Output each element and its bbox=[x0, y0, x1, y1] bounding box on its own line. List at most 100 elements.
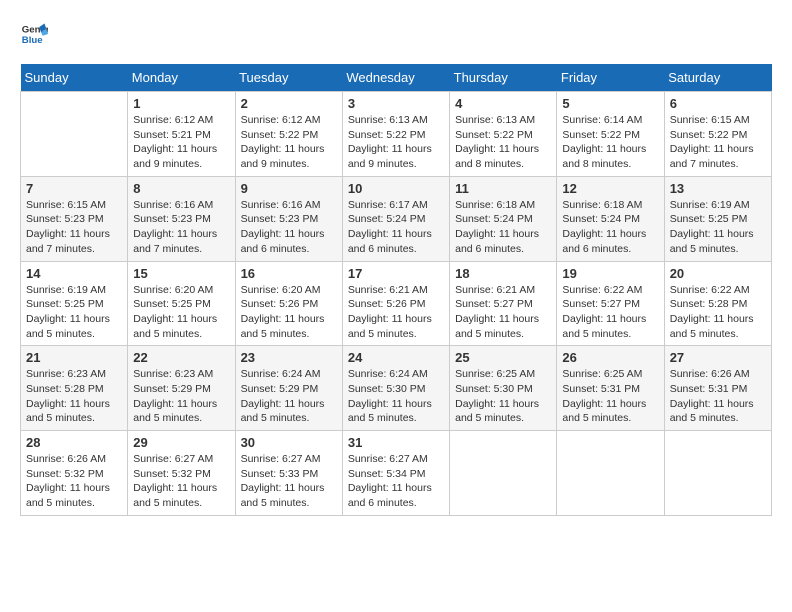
day-number: 25 bbox=[455, 350, 551, 365]
day-info: Sunrise: 6:26 AM Sunset: 5:31 PM Dayligh… bbox=[670, 367, 766, 426]
calendar-cell: 15Sunrise: 6:20 AM Sunset: 5:25 PM Dayli… bbox=[128, 261, 235, 346]
calendar-week-row: 7Sunrise: 6:15 AM Sunset: 5:23 PM Daylig… bbox=[21, 176, 772, 261]
day-info: Sunrise: 6:22 AM Sunset: 5:27 PM Dayligh… bbox=[562, 283, 658, 342]
day-info: Sunrise: 6:27 AM Sunset: 5:33 PM Dayligh… bbox=[241, 452, 337, 511]
calendar-cell: 22Sunrise: 6:23 AM Sunset: 5:29 PM Dayli… bbox=[128, 346, 235, 431]
day-info: Sunrise: 6:13 AM Sunset: 5:22 PM Dayligh… bbox=[348, 113, 444, 172]
calendar-cell: 12 Sunrise: 6:18 AM Sunset: 5:24 PM Dayli… bbox=[557, 176, 664, 261]
calendar-cell bbox=[450, 431, 557, 516]
logo-icon: General Blue bbox=[20, 20, 48, 48]
calendar-cell: 3 Sunrise: 6:13 AM Sunset: 5:22 PM Daylig… bbox=[342, 92, 449, 177]
calendar-cell: 6 Sunrise: 6:15 AM Sunset: 5:22 PM Daylig… bbox=[664, 92, 771, 177]
day-number: 26 bbox=[562, 350, 658, 365]
day-number: 8 bbox=[133, 181, 229, 196]
calendar-cell: 26 Sunrise: 6:25 AM Sunset: 5:31 PM Dayli… bbox=[557, 346, 664, 431]
day-info: Sunrise: 6:16 AM Sunset: 5:23 PM Dayligh… bbox=[133, 198, 229, 257]
weekday-header-monday: Monday bbox=[128, 64, 235, 92]
day-number: 19 bbox=[562, 266, 658, 281]
calendar-cell: 7Sunrise: 6:15 AM Sunset: 5:23 PM Daylig… bbox=[21, 176, 128, 261]
calendar-week-row: 28 Sunrise: 6:26 AM Sunset: 5:32 PM Dayli… bbox=[21, 431, 772, 516]
calendar-cell: 21Sunrise: 6:23 AM Sunset: 5:28 PM Dayli… bbox=[21, 346, 128, 431]
day-number: 29 bbox=[133, 435, 229, 450]
day-number: 4 bbox=[455, 96, 551, 111]
day-number: 5 bbox=[562, 96, 658, 111]
weekday-header-sunday: Sunday bbox=[21, 64, 128, 92]
calendar-cell: 11Sunrise: 6:18 AM Sunset: 5:24 PM Dayli… bbox=[450, 176, 557, 261]
day-number: 16 bbox=[241, 266, 337, 281]
calendar-cell bbox=[664, 431, 771, 516]
day-number: 20 bbox=[670, 266, 766, 281]
weekday-header-saturday: Saturday bbox=[664, 64, 771, 92]
weekday-header-wednesday: Wednesday bbox=[342, 64, 449, 92]
day-info: Sunrise: 6:19 AM Sunset: 5:25 PM Dayligh… bbox=[26, 283, 122, 342]
page-header: General Blue bbox=[20, 20, 772, 48]
day-number: 10 bbox=[348, 181, 444, 196]
day-info: Sunrise: 6:22 AM Sunset: 5:28 PM Dayligh… bbox=[670, 283, 766, 342]
calendar-cell: 31Sunrise: 6:27 AM Sunset: 5:34 PM Dayli… bbox=[342, 431, 449, 516]
day-info: Sunrise: 6:18 AM Sunset: 5:24 PM Dayligh… bbox=[562, 198, 658, 257]
weekday-header-row: SundayMondayTuesdayWednesdayThursdayFrid… bbox=[21, 64, 772, 92]
calendar-cell: 9Sunrise: 6:16 AM Sunset: 5:23 PM Daylig… bbox=[235, 176, 342, 261]
day-info: Sunrise: 6:15 AM Sunset: 5:22 PM Dayligh… bbox=[670, 113, 766, 172]
day-info: Sunrise: 6:27 AM Sunset: 5:32 PM Dayligh… bbox=[133, 452, 229, 511]
calendar-cell: 1 Sunrise: 6:12 AM Sunset: 5:21 PM Daylig… bbox=[128, 92, 235, 177]
day-number: 7 bbox=[26, 181, 122, 196]
day-number: 30 bbox=[241, 435, 337, 450]
day-info: Sunrise: 6:21 AM Sunset: 5:27 PM Dayligh… bbox=[455, 283, 551, 342]
calendar-cell: 23 Sunrise: 6:24 AM Sunset: 5:29 PM Dayli… bbox=[235, 346, 342, 431]
day-number: 1 bbox=[133, 96, 229, 111]
day-number: 17 bbox=[348, 266, 444, 281]
calendar-cell: 5 Sunrise: 6:14 AM Sunset: 5:22 PM Daylig… bbox=[557, 92, 664, 177]
weekday-header-friday: Friday bbox=[557, 64, 664, 92]
day-number: 23 bbox=[241, 350, 337, 365]
day-info: Sunrise: 6:24 AM Sunset: 5:29 PM Dayligh… bbox=[241, 367, 337, 426]
day-info: Sunrise: 6:12 AM Sunset: 5:21 PM Dayligh… bbox=[133, 113, 229, 172]
day-info: Sunrise: 6:25 AM Sunset: 5:30 PM Dayligh… bbox=[455, 367, 551, 426]
day-info: Sunrise: 6:21 AM Sunset: 5:26 PM Dayligh… bbox=[348, 283, 444, 342]
calendar-cell: 24Sunrise: 6:24 AM Sunset: 5:30 PM Dayli… bbox=[342, 346, 449, 431]
calendar-week-row: 14 Sunrise: 6:19 AM Sunset: 5:25 PM Dayli… bbox=[21, 261, 772, 346]
calendar-cell: 30 Sunrise: 6:27 AM Sunset: 5:33 PM Dayli… bbox=[235, 431, 342, 516]
calendar-cell: 4 Sunrise: 6:13 AM Sunset: 5:22 PM Daylig… bbox=[450, 92, 557, 177]
calendar-table: SundayMondayTuesdayWednesdayThursdayFrid… bbox=[20, 64, 772, 516]
calendar-week-row: 21Sunrise: 6:23 AM Sunset: 5:28 PM Dayli… bbox=[21, 346, 772, 431]
calendar-cell: 18 Sunrise: 6:21 AM Sunset: 5:27 PM Dayli… bbox=[450, 261, 557, 346]
svg-text:Blue: Blue bbox=[22, 35, 43, 46]
day-number: 12 bbox=[562, 181, 658, 196]
day-number: 28 bbox=[26, 435, 122, 450]
weekday-header-thursday: Thursday bbox=[450, 64, 557, 92]
day-info: Sunrise: 6:17 AM Sunset: 5:24 PM Dayligh… bbox=[348, 198, 444, 257]
day-info: Sunrise: 6:13 AM Sunset: 5:22 PM Dayligh… bbox=[455, 113, 551, 172]
day-number: 21 bbox=[26, 350, 122, 365]
day-info: Sunrise: 6:19 AM Sunset: 5:25 PM Dayligh… bbox=[670, 198, 766, 257]
day-number: 27 bbox=[670, 350, 766, 365]
calendar-cell bbox=[21, 92, 128, 177]
day-number: 2 bbox=[241, 96, 337, 111]
day-info: Sunrise: 6:25 AM Sunset: 5:31 PM Dayligh… bbox=[562, 367, 658, 426]
day-info: Sunrise: 6:27 AM Sunset: 5:34 PM Dayligh… bbox=[348, 452, 444, 511]
day-info: Sunrise: 6:14 AM Sunset: 5:22 PM Dayligh… bbox=[562, 113, 658, 172]
day-number: 18 bbox=[455, 266, 551, 281]
day-number: 9 bbox=[241, 181, 337, 196]
calendar-cell: 19 Sunrise: 6:22 AM Sunset: 5:27 PM Dayli… bbox=[557, 261, 664, 346]
calendar-cell: 20 Sunrise: 6:22 AM Sunset: 5:28 PM Dayli… bbox=[664, 261, 771, 346]
day-number: 3 bbox=[348, 96, 444, 111]
calendar-cell: 2 Sunrise: 6:12 AM Sunset: 5:22 PM Daylig… bbox=[235, 92, 342, 177]
day-number: 14 bbox=[26, 266, 122, 281]
calendar-cell: 13Sunrise: 6:19 AM Sunset: 5:25 PM Dayli… bbox=[664, 176, 771, 261]
calendar-cell: 29 Sunrise: 6:27 AM Sunset: 5:32 PM Dayli… bbox=[128, 431, 235, 516]
day-info: Sunrise: 6:18 AM Sunset: 5:24 PM Dayligh… bbox=[455, 198, 551, 257]
day-info: Sunrise: 6:12 AM Sunset: 5:22 PM Dayligh… bbox=[241, 113, 337, 172]
calendar-week-row: 1 Sunrise: 6:12 AM Sunset: 5:21 PM Daylig… bbox=[21, 92, 772, 177]
calendar-cell: 17 Sunrise: 6:21 AM Sunset: 5:26 PM Dayli… bbox=[342, 261, 449, 346]
calendar-cell: 14 Sunrise: 6:19 AM Sunset: 5:25 PM Dayli… bbox=[21, 261, 128, 346]
calendar-cell: 10 Sunrise: 6:17 AM Sunset: 5:24 PM Dayli… bbox=[342, 176, 449, 261]
calendar-cell bbox=[557, 431, 664, 516]
day-number: 6 bbox=[670, 96, 766, 111]
calendar-cell: 27 Sunrise: 6:26 AM Sunset: 5:31 PM Dayli… bbox=[664, 346, 771, 431]
calendar-cell: 25 Sunrise: 6:25 AM Sunset: 5:30 PM Dayli… bbox=[450, 346, 557, 431]
weekday-header-tuesday: Tuesday bbox=[235, 64, 342, 92]
day-info: Sunrise: 6:26 AM Sunset: 5:32 PM Dayligh… bbox=[26, 452, 122, 511]
day-info: Sunrise: 6:20 AM Sunset: 5:26 PM Dayligh… bbox=[241, 283, 337, 342]
calendar-cell: 8 Sunrise: 6:16 AM Sunset: 5:23 PM Daylig… bbox=[128, 176, 235, 261]
